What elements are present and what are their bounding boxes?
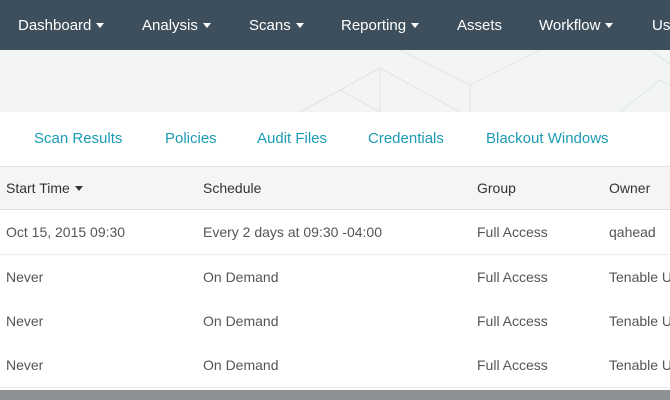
top-navbar: Dashboard Analysis Scans Reporting Asset…: [0, 0, 670, 50]
schedule-cell: On Demand: [203, 269, 279, 285]
nav-assets-label: Assets: [457, 17, 503, 34]
nav-users-label: Us: [652, 17, 670, 34]
nav-workflow-label: Workflow: [539, 17, 601, 34]
table-row[interactable]: Never On Demand Full Access Tenable U: [0, 255, 670, 300]
sort-caret-icon: [74, 185, 83, 191]
column-header-schedule[interactable]: Schedule: [203, 167, 261, 209]
group-cell: Full Access: [477, 269, 548, 285]
tab-blackout-windows[interactable]: Blackout Windows: [486, 112, 609, 166]
caret-down-icon: [295, 22, 304, 28]
start-time-cell: Never: [6, 269, 44, 285]
caret-down-icon: [605, 22, 614, 28]
owner-cell: Tenable U: [609, 269, 670, 285]
schedule-cell: On Demand: [203, 313, 279, 329]
nav-analysis-label: Analysis: [142, 17, 198, 34]
tab-audit-files[interactable]: Audit Files: [257, 112, 327, 166]
tab-policies[interactable]: Policies: [165, 112, 217, 166]
nav-reporting[interactable]: Reporting: [341, 0, 420, 50]
group-cell: Full Access: [477, 313, 548, 329]
column-header-start-time[interactable]: Start Time: [6, 167, 83, 209]
nav-scans[interactable]: Scans: [249, 0, 304, 50]
tab-credentials[interactable]: Credentials: [368, 112, 444, 166]
nav-assets[interactable]: Assets: [457, 0, 502, 50]
caret-down-icon: [96, 22, 105, 28]
start-time-header-label: Start Time: [6, 180, 70, 196]
owner-cell: qahead: [609, 224, 656, 240]
nav-reporting-label: Reporting: [341, 17, 407, 34]
nav-users[interactable]: Us: [652, 0, 670, 50]
nav-scans-label: Scans: [249, 17, 291, 34]
table-row[interactable]: Never On Demand Full Access Tenable U: [0, 299, 670, 344]
start-time-cell: Never: [6, 357, 44, 373]
column-header-owner[interactable]: Owner: [609, 167, 650, 209]
caret-down-icon: [411, 22, 420, 28]
table-row[interactable]: Oct 15, 2015 09:30 Every 2 days at 09:30…: [0, 210, 670, 255]
nav-analysis[interactable]: Analysis: [142, 0, 211, 50]
owner-cell: Tenable U: [609, 313, 670, 329]
caret-down-icon: [202, 22, 211, 28]
scan-tabs: Scan Results Policies Audit Files Creden…: [0, 112, 670, 167]
schedule-cell: On Demand: [203, 357, 279, 373]
schedule-cell: Every 2 days at 09:30 -04:00: [203, 224, 382, 240]
start-time-cell: Oct 15, 2015 09:30: [6, 224, 126, 240]
tab-scan-results[interactable]: Scan Results: [34, 112, 122, 166]
table-row[interactable]: Never On Demand Full Access Tenable U: [0, 343, 670, 388]
banner-pattern: [299, 50, 670, 112]
table-header: Start Time Schedule Group Owner: [0, 167, 670, 210]
column-header-group[interactable]: Group: [477, 167, 516, 209]
nav-dashboard[interactable]: Dashboard: [18, 0, 105, 50]
header-banner: [0, 50, 670, 112]
nav-workflow[interactable]: Workflow: [539, 0, 614, 50]
group-cell: Full Access: [477, 224, 548, 240]
start-time-cell: Never: [6, 313, 44, 329]
window-bottom-border: [0, 390, 670, 400]
nav-dashboard-label: Dashboard: [18, 17, 92, 34]
group-cell: Full Access: [477, 357, 548, 373]
scans-table: Start Time Schedule Group Owner Oct 15, …: [0, 167, 670, 390]
owner-cell: Tenable U: [609, 357, 670, 373]
